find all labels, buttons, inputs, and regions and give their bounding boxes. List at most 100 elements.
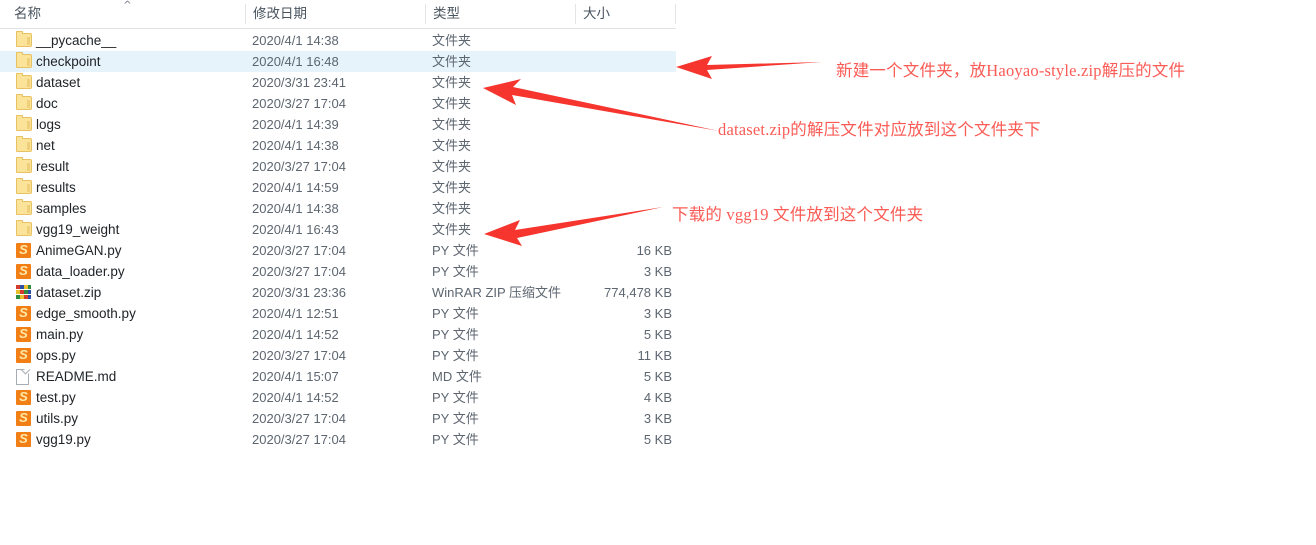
python-file-icon bbox=[16, 327, 33, 342]
folder-icon bbox=[16, 136, 33, 153]
annotation-text-dataset: dataset.zip的解压文件对应放到这个文件夹下 bbox=[718, 120, 1041, 139]
file-type: 文件夹 bbox=[432, 75, 472, 90]
file-name[interactable]: main.py bbox=[36, 324, 83, 345]
file-row[interactable]: main.py 2020/4/1 14:52 PY 文件 5 KB bbox=[0, 324, 676, 345]
file-size bbox=[520, 72, 672, 93]
file-row[interactable]: README.md 2020/4/1 15:07 MD 文件 5 KB bbox=[0, 366, 676, 387]
file-name[interactable]: dataset.zip bbox=[36, 282, 101, 303]
file-type: 文件夹 bbox=[432, 33, 472, 48]
column-header-date-modified[interactable]: 修改日期 bbox=[253, 0, 307, 28]
file-name[interactable]: vgg19.py bbox=[36, 429, 91, 450]
file-type: 文件夹 bbox=[432, 54, 472, 69]
file-row[interactable]: AnimeGAN.py 2020/3/27 17:04 PY 文件 16 KB bbox=[0, 240, 676, 261]
file-name[interactable]: AnimeGAN.py bbox=[36, 240, 122, 261]
file-date-modified: 2020/3/27 17:04 bbox=[252, 432, 346, 447]
file-type: 文件夹 bbox=[432, 201, 472, 216]
file-type: 文件夹 bbox=[432, 159, 472, 174]
file-type: PY 文件 bbox=[432, 306, 479, 321]
file-size bbox=[520, 30, 672, 51]
file-row[interactable]: test.py 2020/4/1 14:52 PY 文件 4 KB bbox=[0, 387, 676, 408]
file-row[interactable]: dataset.zip 2020/3/31 23:36 WinRAR ZIP 压缩文… bbox=[0, 282, 676, 303]
file-date-modified: 2020/3/31 23:41 bbox=[252, 75, 346, 90]
file-row[interactable]: vgg19.py 2020/3/27 17:04 PY 文件 5 KB bbox=[0, 429, 676, 450]
file-name[interactable]: doc bbox=[36, 93, 58, 114]
file-name[interactable]: results bbox=[36, 177, 76, 198]
file-type: 文件夹 bbox=[432, 180, 472, 195]
file-size bbox=[520, 114, 672, 135]
file-name[interactable]: checkpoint bbox=[36, 51, 101, 72]
file-name[interactable]: README.md bbox=[36, 366, 116, 387]
file-date-modified: 2020/3/27 17:04 bbox=[252, 243, 346, 258]
file-row[interactable]: net 2020/4/1 14:38 文件夹 bbox=[0, 135, 676, 156]
file-size: 5 KB bbox=[643, 327, 672, 342]
file-name[interactable]: test.py bbox=[36, 387, 76, 408]
file-type: PY 文件 bbox=[432, 390, 479, 405]
file-name[interactable]: utils.py bbox=[36, 408, 78, 429]
file-date-modified: 2020/4/1 16:48 bbox=[252, 54, 339, 69]
folder-icon bbox=[16, 73, 33, 90]
file-size: 5 KB bbox=[643, 432, 672, 447]
file-type: 文件夹 bbox=[432, 96, 472, 111]
column-divider-1[interactable] bbox=[245, 4, 246, 24]
file-name[interactable]: edge_smooth.py bbox=[36, 303, 136, 324]
file-row[interactable]: ops.py 2020/3/27 17:04 PY 文件 11 KB bbox=[0, 345, 676, 366]
file-type: 文件夹 bbox=[432, 138, 472, 153]
file-size: 3 KB bbox=[643, 264, 672, 279]
file-date-modified: 2020/4/1 16:43 bbox=[252, 222, 339, 237]
file-type: PY 文件 bbox=[432, 264, 479, 279]
file-row[interactable]: samples 2020/4/1 14:38 文件夹 bbox=[0, 198, 676, 219]
folder-icon bbox=[16, 157, 33, 174]
folder-icon bbox=[16, 220, 33, 237]
file-type: MD 文件 bbox=[432, 369, 482, 384]
column-divider-2[interactable] bbox=[425, 4, 426, 24]
file-row[interactable]: logs 2020/4/1 14:39 文件夹 bbox=[0, 114, 676, 135]
file-name[interactable]: vgg19_weight bbox=[36, 219, 119, 240]
file-row[interactable]: vgg19_weight 2020/4/1 16:43 文件夹 bbox=[0, 219, 676, 240]
python-file-icon bbox=[16, 264, 33, 279]
winrar-zip-icon bbox=[16, 285, 33, 300]
file-size: 4 KB bbox=[643, 390, 672, 405]
folder-icon bbox=[16, 31, 33, 48]
file-date-modified: 2020/4/1 14:38 bbox=[252, 201, 339, 216]
file-size: 11 KB bbox=[637, 348, 672, 363]
column-header-row: 名称 ^ 修改日期 类型 大小 bbox=[0, 0, 676, 29]
file-name[interactable]: result bbox=[36, 156, 69, 177]
file-type: 文件夹 bbox=[432, 117, 472, 132]
column-divider-4[interactable] bbox=[675, 4, 676, 24]
column-header-name[interactable]: 名称 bbox=[14, 0, 41, 28]
file-size bbox=[520, 219, 672, 240]
file-row[interactable]: utils.py 2020/3/27 17:04 PY 文件 3 KB bbox=[0, 408, 676, 429]
file-row[interactable]: __pycache__ 2020/4/1 14:38 文件夹 bbox=[0, 30, 676, 51]
column-header-size[interactable]: 大小 bbox=[583, 0, 610, 28]
file-row[interactable]: checkpoint 2020/4/1 16:48 文件夹 bbox=[0, 51, 676, 72]
file-date-modified: 2020/4/1 14:39 bbox=[252, 117, 339, 132]
column-header-type[interactable]: 类型 bbox=[433, 0, 460, 28]
folder-icon bbox=[16, 115, 33, 132]
file-row[interactable]: data_loader.py 2020/3/27 17:04 PY 文件 3 KB bbox=[0, 261, 676, 282]
folder-icon bbox=[16, 52, 33, 69]
file-type: PY 文件 bbox=[432, 327, 479, 342]
file-date-modified: 2020/4/1 14:59 bbox=[252, 180, 339, 195]
file-row[interactable]: results 2020/4/1 14:59 文件夹 bbox=[0, 177, 676, 198]
folder-icon bbox=[16, 199, 33, 216]
annotation-text-checkpoint: 新建一个文件夹，放Haoyao-style.zip解压的文件 bbox=[836, 61, 1186, 80]
file-type: PY 文件 bbox=[432, 243, 479, 258]
file-row[interactable]: result 2020/3/27 17:04 文件夹 bbox=[0, 156, 676, 177]
file-name[interactable]: ops.py bbox=[36, 345, 76, 366]
text-document-icon bbox=[16, 369, 33, 385]
file-row[interactable]: edge_smooth.py 2020/4/1 12:51 PY 文件 3 KB bbox=[0, 303, 676, 324]
column-divider-3[interactable] bbox=[575, 4, 576, 24]
file-name[interactable]: samples bbox=[36, 198, 86, 219]
sort-ascending-icon[interactable]: ^ bbox=[122, 1, 133, 11]
file-name[interactable]: dataset bbox=[36, 72, 80, 93]
file-name[interactable]: net bbox=[36, 135, 55, 156]
file-name[interactable]: logs bbox=[36, 114, 61, 135]
file-row[interactable]: dataset 2020/3/31 23:41 文件夹 bbox=[0, 72, 676, 93]
file-name[interactable]: __pycache__ bbox=[36, 30, 116, 51]
file-date-modified: 2020/3/31 23:36 bbox=[252, 285, 346, 300]
file-type: 文件夹 bbox=[432, 222, 472, 237]
file-name[interactable]: data_loader.py bbox=[36, 261, 125, 282]
file-date-modified: 2020/4/1 14:38 bbox=[252, 138, 339, 153]
folder-icon bbox=[16, 94, 33, 111]
file-row[interactable]: doc 2020/3/27 17:04 文件夹 bbox=[0, 93, 676, 114]
